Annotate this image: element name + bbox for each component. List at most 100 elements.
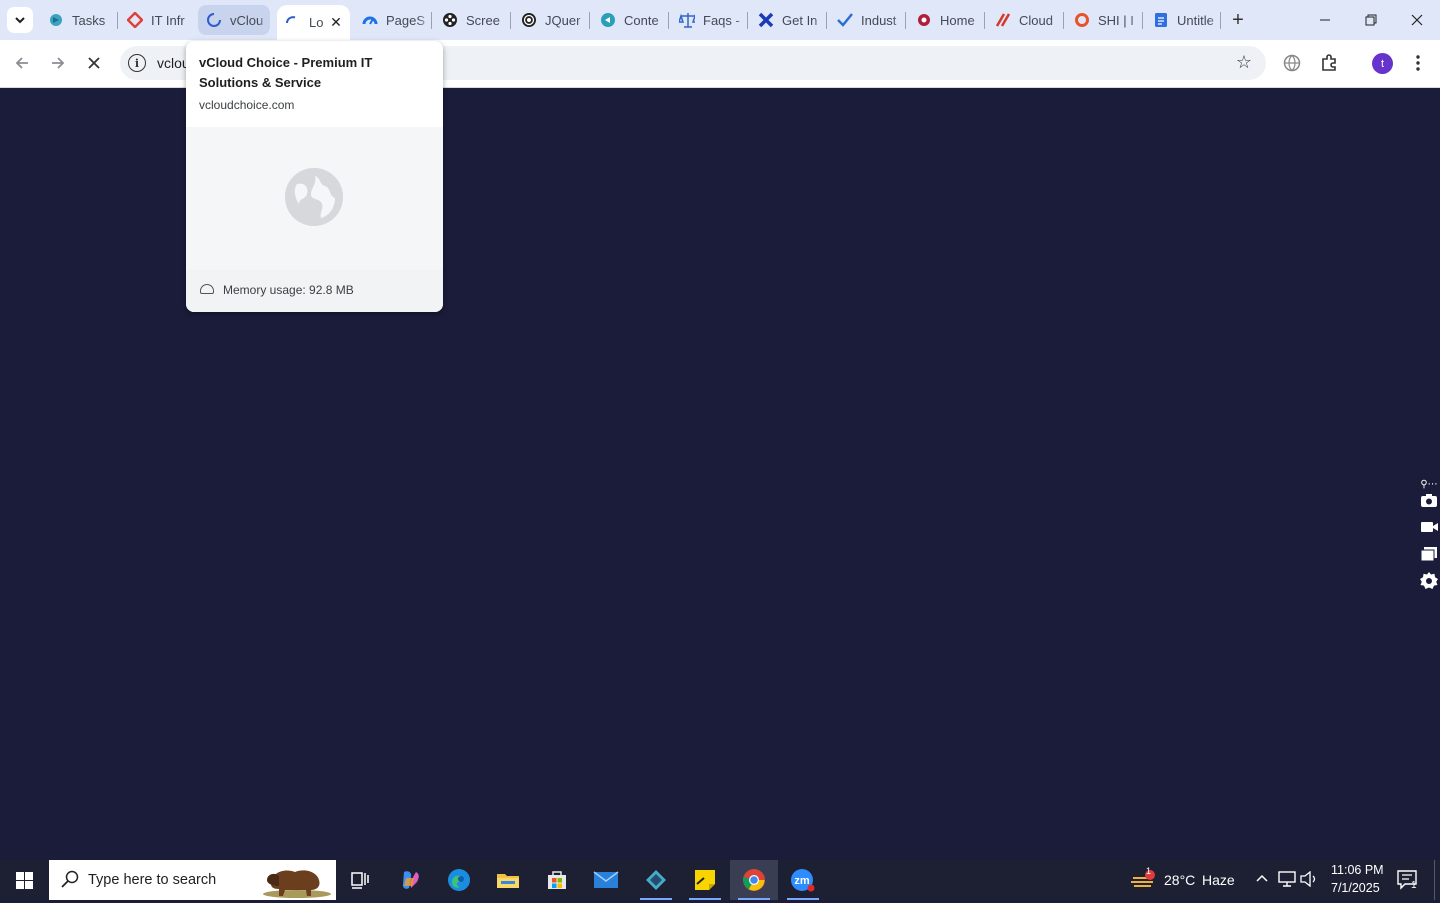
back-button[interactable]: [7, 48, 37, 78]
tab-home[interactable]: Home: [908, 4, 985, 36]
network-icon[interactable]: [1278, 871, 1296, 890]
tab-shi[interactable]: SHI | I: [1066, 4, 1143, 36]
microsoft-store-app[interactable]: [533, 860, 581, 900]
tab-contact[interactable]: Conte: [592, 4, 669, 36]
tab-separator: [1063, 12, 1064, 29]
close-window-button[interactable]: [1394, 0, 1440, 40]
copilot-app[interactable]: [386, 860, 434, 900]
tab-pagespeed[interactable]: PageS: [354, 4, 431, 36]
restore-icon: [1365, 14, 1377, 26]
close-tab-icon[interactable]: ✕: [328, 14, 344, 31]
tab-separator: [589, 12, 590, 29]
plus-icon: +: [1232, 8, 1244, 31]
gear-icon[interactable]: [1418, 571, 1440, 591]
weather-temperature[interactable]: 28°C: [1164, 872, 1195, 888]
profile-avatar[interactable]: t: [1372, 53, 1393, 74]
tab-industry[interactable]: Indust: [829, 4, 906, 36]
arrow-right-icon: [52, 57, 65, 69]
clock-date[interactable]: 7/1/2025: [1331, 881, 1380, 895]
restore-button[interactable]: [1348, 0, 1394, 40]
tab-strip: Tasks IT Infr vClou Lo ✕ PageS Scree JQu…: [0, 0, 1440, 40]
extensions-button[interactable]: [1316, 50, 1342, 76]
tab-separator: [117, 12, 118, 29]
copilot-icon: [402, 871, 419, 889]
chrome-app[interactable]: [730, 860, 778, 900]
video-camera-icon[interactable]: [1418, 517, 1440, 537]
clock-time[interactable]: 11:06 PM: [1331, 863, 1384, 877]
flower-icon: [916, 12, 932, 28]
bookmark-star-icon[interactable]: ☆: [1236, 52, 1252, 73]
hover-card-title: vCloud Choice - Premium IT Solutions & S…: [199, 55, 373, 90]
mail-app[interactable]: [582, 860, 630, 900]
tab-separator: [1142, 12, 1143, 29]
url-text[interactable]: vclou: [157, 55, 190, 71]
edge-app[interactable]: [435, 860, 483, 900]
minimize-button[interactable]: [1302, 0, 1348, 40]
tab-separator: [984, 12, 985, 29]
weather-haze-icon[interactable]: [1131, 870, 1157, 893]
tab-separator: [1220, 12, 1221, 29]
gauge-icon: [200, 284, 214, 294]
diamond-icon: [127, 12, 143, 28]
chat-icon: [600, 12, 616, 28]
ring-icon: [1074, 12, 1090, 28]
hover-card-preview: [186, 127, 443, 270]
svg-text:zm: zm: [794, 875, 810, 887]
vscode-like-app[interactable]: [632, 860, 680, 900]
sticky-notes-app[interactable]: [681, 860, 729, 900]
x-logo-icon: [758, 12, 774, 28]
taskbar-search-box[interactable]: Type here to search: [49, 860, 336, 900]
close-icon: [1411, 14, 1423, 26]
tab-untitled[interactable]: Untitle: [1145, 4, 1222, 36]
tab-loading-active[interactable]: Lo ✕: [277, 5, 350, 40]
task-view-icon: [351, 872, 369, 889]
loading-spinner-icon: [285, 15, 301, 31]
start-button[interactable]: [0, 860, 48, 900]
floating-capture-toolbar: ⚲⋯: [1412, 472, 1440, 592]
task-view-button[interactable]: [336, 860, 384, 900]
scale-icon: [679, 12, 695, 28]
tab-cloud[interactable]: Cloud: [987, 4, 1064, 36]
translate-globe-button[interactable]: [1279, 50, 1305, 76]
kebab-menu-icon: [1416, 55, 1420, 71]
file-explorer-app[interactable]: [484, 860, 532, 900]
check-icon: [837, 12, 853, 28]
zoom-icon: zm: [791, 869, 815, 892]
volume-icon[interactable]: [1300, 870, 1318, 890]
new-tab-button[interactable]: +: [1226, 8, 1250, 32]
zoom-app[interactable]: zm: [779, 860, 827, 900]
camera-icon[interactable]: [1418, 490, 1440, 510]
search-placeholder[interactable]: Type here to search: [88, 872, 216, 888]
folder-icon: [497, 874, 519, 888]
forward-button[interactable]: [43, 48, 73, 78]
tab-get-in[interactable]: Get In: [750, 4, 827, 36]
tab-separator: [905, 12, 906, 29]
tab-separator: [747, 12, 748, 29]
diamond-app-icon: [646, 870, 666, 890]
tab-jquery[interactable]: JQuer: [513, 4, 590, 36]
window-capture-icon[interactable]: [1418, 544, 1440, 564]
chrome-menu-button[interactable]: [1405, 50, 1431, 76]
hover-card-domain: vcloudchoice.com: [199, 98, 295, 112]
tab-vcloud[interactable]: vClou: [198, 5, 270, 35]
notification-count: 1: [1411, 880, 1417, 891]
tab-tasks[interactable]: Tasks: [40, 4, 117, 36]
store-icon: [548, 871, 566, 889]
target-icon: [521, 12, 537, 28]
globe-placeholder-icon: [285, 168, 343, 226]
stop-loading-button[interactable]: [79, 48, 109, 78]
mail-icon: [593, 871, 619, 888]
memory-usage-text: Memory usage: 92.8 MB: [223, 283, 354, 297]
chrome-icon: [743, 869, 765, 891]
edge-icon: [448, 869, 470, 891]
info-icon[interactable]: i: [128, 54, 146, 72]
tab-screen[interactable]: Scree: [434, 4, 511, 36]
weather-alert-badge: 1: [1146, 866, 1152, 876]
weather-description[interactable]: Haze: [1202, 872, 1235, 888]
tab-search-button[interactable]: [7, 7, 33, 33]
show-desktop-divider[interactable]: [1434, 860, 1435, 900]
chevron-up-icon[interactable]: [1255, 871, 1269, 888]
tab-faqs[interactable]: Faqs -: [671, 4, 748, 36]
tab-it-infr[interactable]: IT Infr: [119, 4, 196, 36]
windows-taskbar: Type here to search zm 1 28°C Haze 11:06…: [0, 860, 1440, 900]
